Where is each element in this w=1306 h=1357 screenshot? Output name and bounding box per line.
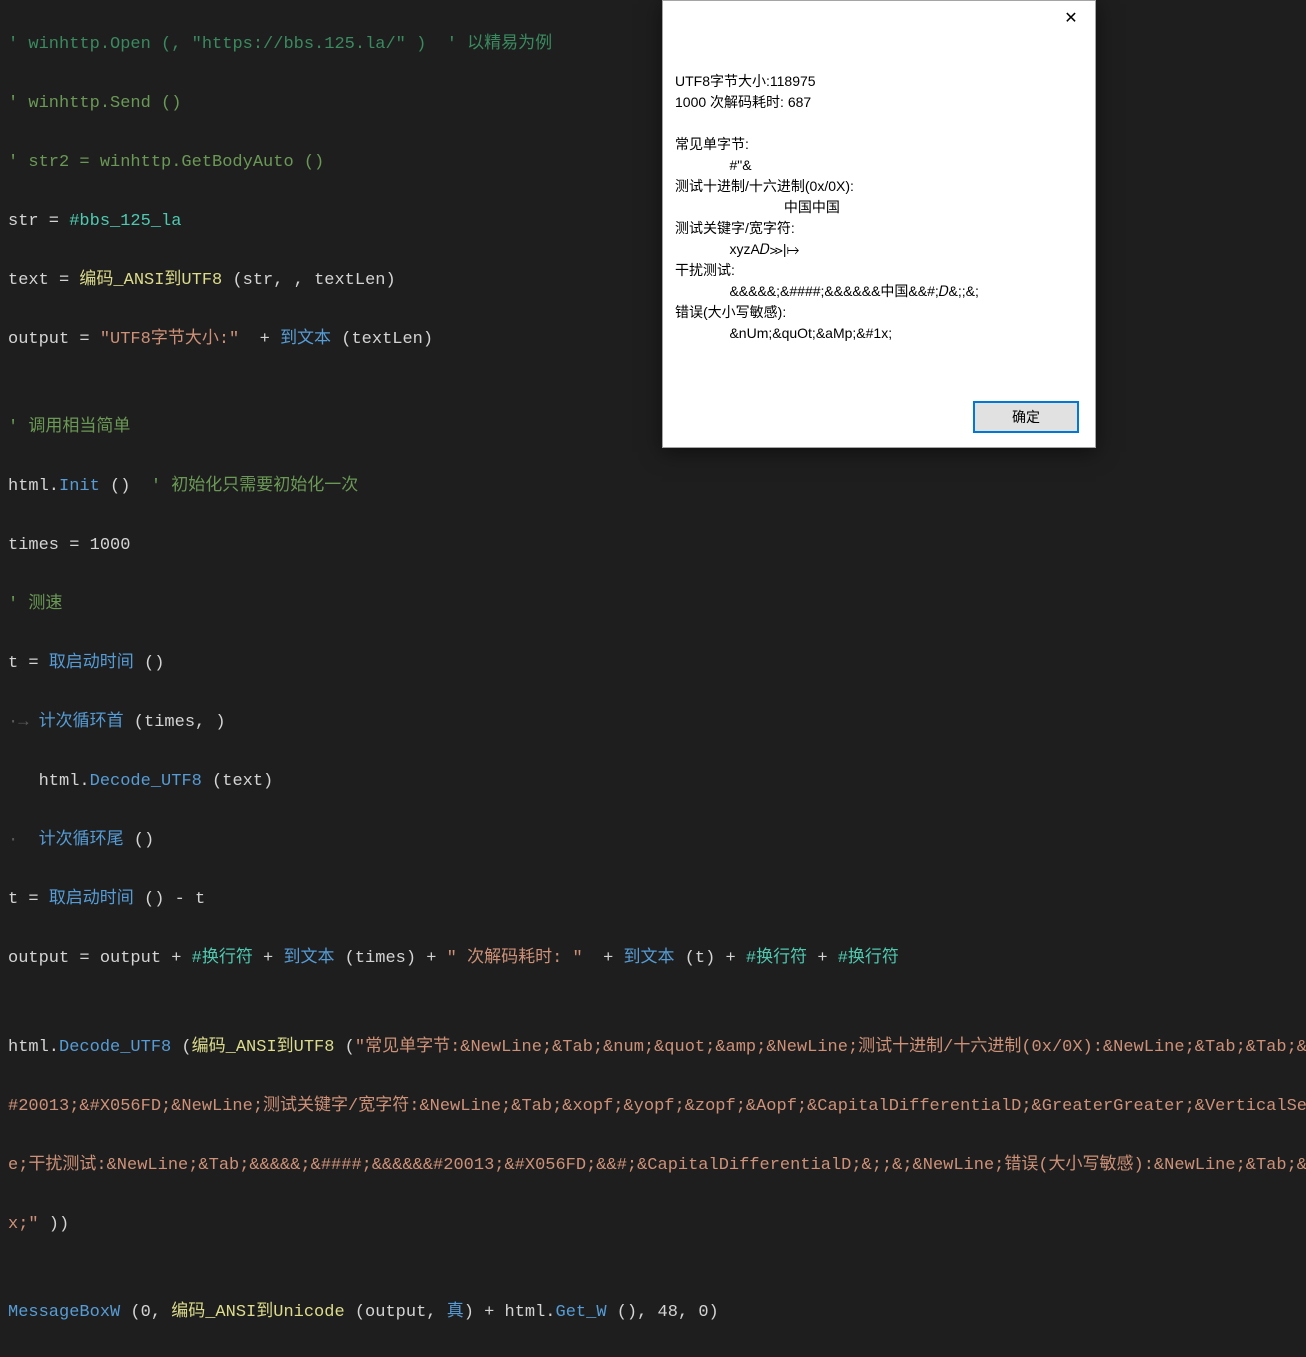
code-text: (output, bbox=[345, 1303, 447, 1322]
code-text: #换行符 bbox=[192, 949, 253, 968]
code-text: #20013;&#X056FD;&NewLine;测试关键字/宽字符:&NewL… bbox=[8, 1097, 1306, 1116]
code-text: "UTF8字节大小:" bbox=[100, 330, 239, 349]
code-text: #换行符 bbox=[746, 949, 807, 968]
dialog-text: 常见单字节: bbox=[675, 136, 749, 152]
code-text: text = bbox=[8, 271, 79, 290]
code-text: html. bbox=[8, 477, 59, 496]
code-text: 取启动时间 bbox=[49, 654, 134, 673]
code-text: () bbox=[134, 654, 165, 673]
dialog-text: #"& bbox=[675, 157, 752, 173]
code-text: 到文本 bbox=[283, 949, 334, 968]
code-text: 真 bbox=[447, 1303, 464, 1322]
code-text: 编码_ANSI到UTF8 bbox=[79, 271, 222, 290]
message-box-dialog: ✕ UTF8字节大小:118975 1000 次解码耗时: 687 常见单字节:… bbox=[662, 0, 1096, 448]
code-text: (times, ) bbox=[124, 713, 226, 732]
code-text: (0, bbox=[120, 1303, 171, 1322]
code-text: (times) + bbox=[334, 949, 446, 968]
code-text: str = bbox=[8, 212, 69, 231]
code-text: MessageBoxW bbox=[8, 1303, 120, 1322]
indent-guide: ·→ bbox=[8, 713, 39, 732]
code-editor[interactable]: ' winhttp.Open (, "https://bbs.125.la/" … bbox=[0, 0, 1306, 693]
dialog-text: &nUm;&quOt;&aMp;&#1x; bbox=[675, 325, 892, 341]
code-text: ( bbox=[171, 1038, 191, 1057]
code-text: html. bbox=[8, 1038, 59, 1057]
code-text: 计次循环首 bbox=[39, 713, 124, 732]
code-text: Decode_UTF8 bbox=[90, 772, 202, 791]
code-text: 计次循环尾 bbox=[39, 831, 124, 850]
code-text: 到文本 bbox=[280, 330, 331, 349]
code-text: Get_W bbox=[556, 1303, 607, 1322]
code-text: e;干扰测试:&NewLine;&Tab;&&&&&;&####;&&&&&&#… bbox=[8, 1156, 1306, 1175]
code-text: (), 48, 0) bbox=[607, 1303, 719, 1322]
dialog-text: 测试十进制/十六进制(0x/0X): bbox=[675, 178, 854, 194]
code-text: x;" bbox=[8, 1215, 39, 1234]
code-text: (t) + bbox=[675, 949, 746, 968]
code-text: () bbox=[100, 477, 151, 496]
code-text: ' 调用相当简单 bbox=[8, 418, 130, 437]
code-text: 编码_ANSI到UTF8 bbox=[192, 1038, 335, 1057]
code-text: ' 测速 bbox=[8, 595, 62, 614]
code-text: output = bbox=[8, 330, 100, 349]
dialog-text: &&&&&;&####;&&&&&&中国&&#;𝐷&;;&; bbox=[675, 283, 979, 299]
code-text: ( bbox=[334, 1038, 354, 1057]
close-icon: ✕ bbox=[1064, 8, 1077, 28]
code-text: 取启动时间 bbox=[49, 890, 134, 909]
code-text: 到文本 bbox=[624, 949, 675, 968]
dialog-text: UTF8字节大小:118975 bbox=[675, 73, 816, 89]
dialog-text: 干扰测试: bbox=[675, 262, 735, 278]
code-text: Decode_UTF8 bbox=[59, 1038, 171, 1057]
code-text: t = bbox=[8, 890, 49, 909]
code-text: output = output + bbox=[8, 949, 192, 968]
code-text: () - t bbox=[134, 890, 205, 909]
code-text: 编码_ANSI到Unicode bbox=[171, 1303, 344, 1322]
code-text: )) bbox=[39, 1215, 70, 1234]
code-text: t = bbox=[8, 654, 49, 673]
indent-guide: · bbox=[8, 831, 39, 850]
code-text: (str, , textLen) bbox=[222, 271, 395, 290]
close-button[interactable]: ✕ bbox=[1057, 7, 1085, 29]
code-text: Init bbox=[59, 477, 100, 496]
dialog-text: 错误(大小写敏感): bbox=[675, 304, 786, 320]
code-text: + bbox=[239, 330, 280, 349]
code-text: ' winhttp.Open (, "https://bbs.125.la/" … bbox=[8, 35, 552, 54]
code-text: html. bbox=[39, 772, 90, 791]
code-text: (text) bbox=[202, 772, 273, 791]
code-text: #换行符 bbox=[838, 949, 899, 968]
code-text: (textLen) bbox=[331, 330, 433, 349]
code-text: ' str2 = winhttp.GetBodyAuto () bbox=[8, 153, 324, 172]
ok-button[interactable]: 确定 bbox=[973, 401, 1079, 433]
code-text: " 次解码耗时: " bbox=[447, 949, 583, 968]
code-text: ' 初始化只需要初始化一次 bbox=[151, 477, 358, 496]
dialog-footer: 确定 bbox=[973, 401, 1079, 433]
code-text: #bbs_125_la bbox=[69, 212, 181, 231]
dialog-body: UTF8字节大小:118975 1000 次解码耗时: 687 常见单字节: #… bbox=[675, 71, 1083, 344]
dialog-text: xyzA𝐷≫|↦ bbox=[675, 241, 799, 257]
code-text: + bbox=[583, 949, 624, 968]
code-text: + bbox=[253, 949, 284, 968]
code-text: "常见单字节:&NewLine;&Tab;&num;&quot;&amp;&Ne… bbox=[355, 1038, 1306, 1057]
code-text: () bbox=[124, 831, 155, 850]
code-text: times = 1000 bbox=[8, 536, 130, 555]
dialog-text: 1000 次解码耗时: 687 bbox=[675, 94, 811, 110]
dialog-text: 中国中国 bbox=[675, 199, 840, 215]
code-text: ) + html. bbox=[464, 1303, 556, 1322]
code-text: ' winhttp.Send () bbox=[8, 94, 181, 113]
indent-guide bbox=[8, 772, 39, 791]
code-text: + bbox=[807, 949, 838, 968]
dialog-text: 测试关键字/宽字符: bbox=[675, 220, 795, 236]
